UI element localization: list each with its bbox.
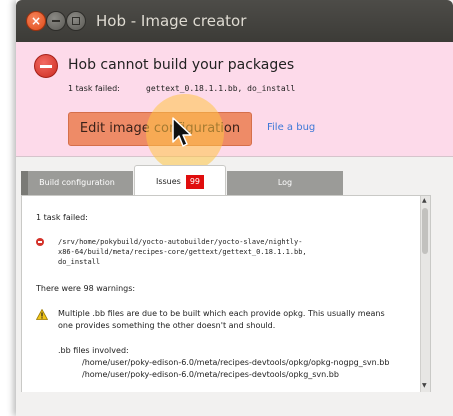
tab-log[interactable]: Log: [227, 171, 343, 195]
error-path-line: /srv/home/pokybuild/yocto-autobuilder/yo…: [58, 238, 303, 246]
warnings-header: There were 98 warnings:: [36, 284, 136, 293]
window-title: Hob - Image creator: [96, 12, 247, 30]
mouse-pointer-icon: [172, 117, 192, 147]
scroll-up-icon[interactable]: ▲: [422, 197, 427, 204]
error-path-line: do_install: [58, 258, 101, 266]
tab-build-configuration[interactable]: Build configuration: [21, 171, 133, 195]
vertical-scrollbar[interactable]: ▲ ▼: [420, 196, 430, 393]
tab-build-configuration-label: Build configuration: [39, 178, 115, 187]
warning-icon: [36, 309, 48, 320]
error-icon: [34, 54, 58, 78]
file-a-bug-link[interactable]: File a bug: [267, 122, 315, 133]
tab-bar: Build configuration Log Issues 99: [21, 165, 429, 197]
failed-task-name: gettext_0.18.1.1.bb, do_install: [146, 84, 296, 93]
maximize-window-button[interactable]: [66, 11, 86, 31]
bb-file-path: /home/user/poky-edison-6.0/meta/recipes-…: [82, 370, 339, 379]
title-bar: × Hob - Image creator: [16, 0, 453, 42]
issues-count-badge: 99: [185, 174, 205, 189]
bb-files-header: .bb files involved:: [58, 346, 129, 355]
tab-issues-label: Issues: [155, 177, 181, 186]
failed-task-label: 1 task failed:: [68, 84, 120, 93]
scroll-down-icon[interactable]: ▼: [422, 382, 427, 389]
scrollbar-thumb[interactable]: [422, 208, 428, 254]
window-footer: [16, 392, 453, 416]
tab-edge: [21, 171, 28, 195]
warning-message-line: Multiple .bb files are due to be built w…: [58, 309, 385, 318]
error-icon: [36, 238, 44, 246]
tab-log-label: Log: [277, 178, 293, 187]
issues-panel: 1 task failed: /srv/home/pokybuild/yocto…: [21, 195, 431, 394]
bb-file-path: /home/user/poky-edison-6.0/meta/recipes-…: [82, 358, 390, 367]
banner-title: Hob cannot build your packages: [68, 57, 295, 73]
error-path-line: x86-64/build/meta/recipes-core/gettext/g…: [58, 248, 307, 256]
task-failed-summary: 1 task failed:: [36, 213, 88, 222]
error-banner: Hob cannot build your packages 1 task fa…: [16, 42, 453, 157]
warning-message-line: one provides something the other doesn't…: [58, 321, 276, 330]
minimize-window-button[interactable]: [46, 11, 66, 31]
close-window-button[interactable]: ×: [26, 11, 46, 31]
tab-issues[interactable]: Issues 99: [134, 165, 226, 197]
